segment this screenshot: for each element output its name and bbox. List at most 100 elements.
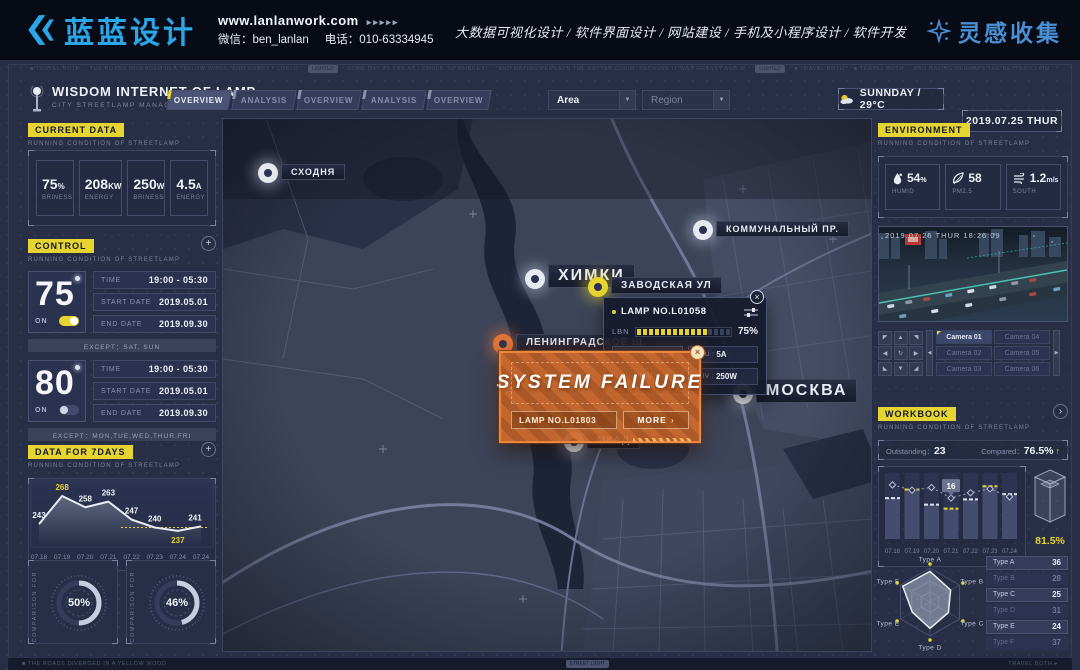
gauge-value: 46% xyxy=(145,571,209,635)
type-value: 24 xyxy=(1052,622,1061,631)
radar-axis-label: Type B xyxy=(960,579,983,586)
camera-button-2[interactable]: Camera 02 xyxy=(936,346,992,360)
lbn-value: 75% xyxy=(738,326,758,337)
camera-button-5[interactable]: Camera 05 xyxy=(994,346,1050,360)
schedule-row-value: 19:00 - 05:30 xyxy=(149,275,208,285)
schedule-row-value: 19:00 - 05:30 xyxy=(149,364,208,374)
region-select[interactable]: Region ▼ xyxy=(642,90,730,110)
decor-text: AND HAVING PERHAPS THE BETTER CLAIM xyxy=(913,66,1050,72)
cube-icon xyxy=(1030,466,1070,528)
tab-label: ANALYSIS xyxy=(241,96,287,105)
pan-down-right-button[interactable]: ◢ xyxy=(909,362,923,376)
refresh-button[interactable]: ↻ xyxy=(894,346,908,360)
chevron-down-icon[interactable]: ▼ xyxy=(713,91,729,109)
control-group-2: 80 ON TIME 19:00 - 05:30 START DATE2019.05… xyxy=(28,360,216,422)
type-row-1[interactable]: Type A36 xyxy=(986,556,1068,570)
type-radar-panel: Type AType BType CType DType EType F Typ… xyxy=(878,550,1068,662)
more-chevron-icon: › xyxy=(671,415,675,425)
weather-text: SUNNDAY / 29°C xyxy=(860,87,943,111)
type-row-5[interactable]: Type E 24 xyxy=(986,620,1068,634)
area-select-value: Area xyxy=(549,95,619,106)
add-schedule-button[interactable]: + xyxy=(201,236,216,251)
radar-axis-label: Type D xyxy=(918,645,942,652)
schedule-rows-1: TIME19:00 - 05:30START DATE2019.05.01END… xyxy=(93,271,216,333)
pan-right-button[interactable]: ▶ xyxy=(909,346,923,360)
decor-text-strip: ■ TRAVEL BOTHTHE ROADS DIVERGED IN A YEL… xyxy=(30,65,1050,73)
close-icon[interactable]: × xyxy=(750,290,764,304)
schedule-row: START DATE2019.05.01 xyxy=(93,382,216,400)
tab-analysis-4[interactable]: ANALYSIS xyxy=(361,90,427,110)
sparkle-icon xyxy=(926,18,952,44)
brand-url[interactable]: www.lanlanwork.com xyxy=(218,13,359,28)
schedule-row-label: TIME xyxy=(101,366,121,373)
camera-button-1[interactable]: Camera 01 xyxy=(936,330,992,344)
radar-chart: Type AType BType CType DType EType F xyxy=(878,550,982,662)
leaf-icon xyxy=(952,172,964,185)
pan-down-button[interactable]: ▼ xyxy=(894,362,908,376)
brightness-box-2: 80 ON xyxy=(28,360,86,422)
schedule-row: TIME19:00 - 05:30 xyxy=(93,271,216,289)
schedule-row-value: 2019.05.01 xyxy=(159,386,208,396)
chevron-down-icon[interactable]: ▼ xyxy=(619,91,635,109)
camera-button-3[interactable]: Camera 03 xyxy=(936,362,992,376)
pan-up-right-button[interactable]: ◥ xyxy=(909,331,923,345)
comparison-gauges: COMPARISON FOR 50% COMPARISON FOR 46% xyxy=(28,560,216,644)
type-row-4[interactable]: Type D31 xyxy=(986,604,1068,618)
schedule-row-value: 2019.05.01 xyxy=(159,297,208,307)
power-toggle-1[interactable] xyxy=(59,316,79,326)
city-map[interactable]: СХОДНЯКОММУНАЛЬНЫЙ ПР.ХИМКИЗАВОДСКАЯ УЛЛ… xyxy=(222,118,872,652)
workbook-tag: WORKBOOK xyxy=(878,407,956,421)
tab-bar: OVERVIEW ANALYSIS OVERVIEW ANALYSIS OVERVIEW xyxy=(168,90,490,110)
camera-button-4[interactable]: Camera 04 xyxy=(994,330,1050,344)
pan-up-left-button[interactable]: ◤ xyxy=(878,331,892,345)
decor-text: TRAVEL BOTH ▸ xyxy=(1008,661,1058,667)
schedule-row-value: 2019.09.30 xyxy=(159,319,208,329)
lbn-label: LBN xyxy=(612,327,630,336)
tab-overview-1[interactable]: OVERVIEW xyxy=(166,90,232,110)
camera-button-6[interactable]: Camera 06 xyxy=(994,362,1050,376)
camera-video-feed[interactable]: 2019.07.25 THUR 18:26:09 xyxy=(878,226,1068,322)
collect-link[interactable]: 灵感收集 xyxy=(926,14,1062,48)
brand-wechat: 微信：ben_lanlan xyxy=(218,34,309,46)
pan-down-left-button[interactable]: ◣ xyxy=(878,362,892,376)
type-row-6[interactable]: Type F37 xyxy=(986,636,1068,650)
up-arrow-icon: ↑ xyxy=(1056,446,1061,456)
collect-label: 灵感收集 xyxy=(958,14,1062,48)
brightness-bar xyxy=(635,327,732,337)
dashboard: ■ TRAVEL BOTHTHE ROADS DIVERGED IN A YEL… xyxy=(0,60,1080,670)
area-select[interactable]: Area ▼ xyxy=(548,90,636,110)
environment-subtitle: RUNNING CONDITION OF STREETLAMP xyxy=(878,141,1068,147)
workbook-forward-button[interactable]: › xyxy=(1053,404,1068,419)
decor-text: ■ THE ROADS DIVERGED IN A YELLOW WOOD xyxy=(22,661,167,667)
camera-prev-icon[interactable]: ◀ xyxy=(926,330,933,376)
schedule-row-value: 2019.09.30 xyxy=(159,408,208,418)
week-line-chart: 24326825826324724023724107.1807.1907.200… xyxy=(28,478,216,571)
type-row-3[interactable]: Type C25 xyxy=(986,588,1068,602)
close-icon[interactable]: × xyxy=(690,345,705,360)
pan-left-button[interactable]: ◀ xyxy=(878,346,892,360)
tab-analysis-2[interactable]: ANALYSIS xyxy=(231,90,297,110)
more-button[interactable]: MORE› xyxy=(623,411,689,429)
brightness-value: 80 xyxy=(35,363,79,403)
type-value: 31 xyxy=(1052,606,1061,615)
pan-up-button[interactable]: ▲ xyxy=(894,331,908,345)
lanlan-logo-icon xyxy=(22,13,58,47)
expand-week-button[interactable]: + xyxy=(201,442,216,457)
lamp-indicator-icon xyxy=(75,365,80,370)
on-label: ON xyxy=(35,407,48,414)
type-label: Type E xyxy=(993,623,1015,630)
workbook-subtitle: RUNNING CONDITION OF STREETLAMP xyxy=(878,425,1068,431)
tab-overview-5[interactable]: OVERVIEW xyxy=(426,90,492,110)
type-row-2[interactable]: Type B28 xyxy=(986,572,1068,586)
power-toggle-2[interactable] xyxy=(59,405,79,415)
sliders-icon[interactable] xyxy=(744,307,758,317)
tab-overview-3[interactable]: OVERVIEW xyxy=(296,90,362,110)
camera-next-icon[interactable]: ▶ xyxy=(1053,330,1060,376)
control-tag: CONTROL xyxy=(28,239,94,253)
schedule-row: START DATE2019.05.01 xyxy=(93,293,216,311)
schedule-row: END DATE2019.09.30 xyxy=(93,404,216,422)
wind-icon xyxy=(1013,173,1026,184)
type-list: Type A36 Type B28 Type C25 Type D31 Type E 24… xyxy=(986,556,1068,662)
current-data-subtitle: RUNNING CONDITION OF STREETLAMP xyxy=(28,141,216,147)
tab-label: ANALYSIS xyxy=(371,96,417,105)
